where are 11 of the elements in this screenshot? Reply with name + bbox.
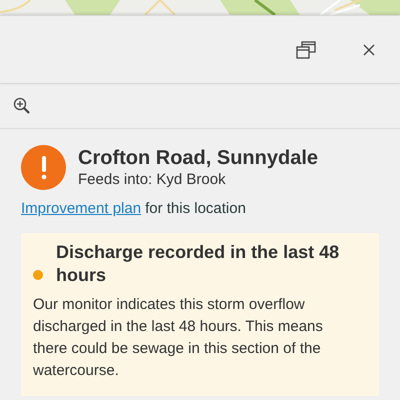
zoom-in-button[interactable] xyxy=(13,97,32,115)
feeds-into-text: Feeds into: Kyd Brook xyxy=(78,170,227,190)
status-heading: Discharge recorded in the last 48 hours xyxy=(56,241,340,287)
close-button[interactable] xyxy=(363,44,375,56)
link-suffix-text: for this location xyxy=(145,200,246,217)
restore-window-button[interactable] xyxy=(296,40,316,60)
status-dot-icon xyxy=(33,270,43,280)
improvement-plan-link[interactable]: Improvement plan xyxy=(21,200,142,217)
status-description: Our monitor indicates this storm overflow discharged in the last 48 hours. This means there could be sewage in this section of the watercourse. xyxy=(33,295,324,381)
warning-icon xyxy=(21,145,66,190)
location-title: Crofton Road, Sunnydale xyxy=(78,146,318,170)
